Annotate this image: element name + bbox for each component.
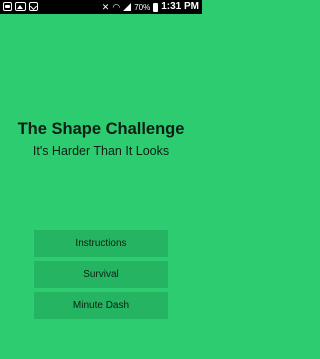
minute-dash-button[interactable]: Minute Dash (34, 292, 168, 319)
app-title: The Shape Challenge (17, 120, 185, 138)
image-icon (15, 2, 26, 11)
signal-icon (123, 3, 132, 11)
wifi-icon: ◠ (112, 2, 121, 12)
messenger-icon (3, 2, 12, 11)
status-bar: ✕ ◠ 70% 1:31 PM (0, 0, 202, 14)
mute-icon: ✕ (101, 2, 110, 12)
battery-icon (153, 2, 159, 12)
instructions-button[interactable]: Instructions (34, 230, 168, 257)
mail-icon (29, 2, 38, 11)
notification-icons (3, 2, 38, 11)
battery-percent: 70% (134, 2, 151, 12)
app-subtitle: It's Harder Than It Looks (32, 144, 170, 158)
system-icons: ✕ ◠ 70% 1:31 PM (102, 1, 199, 13)
clock: 1:31 PM (161, 1, 199, 12)
survival-button[interactable]: Survival (34, 261, 168, 288)
